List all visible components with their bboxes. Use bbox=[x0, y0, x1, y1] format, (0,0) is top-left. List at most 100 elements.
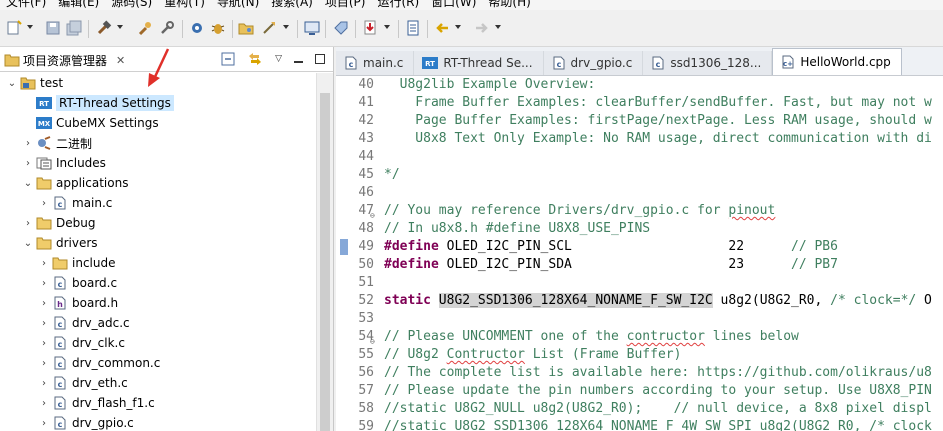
expand-right-icon[interactable]: › bbox=[22, 157, 34, 169]
line-number: 52 bbox=[336, 292, 380, 310]
expand-right-icon[interactable]: › bbox=[38, 197, 50, 209]
code-line: 47 ⊖ // You may reference Drivers/drv_gpio… bbox=[336, 202, 943, 220]
editor-tab[interactable]: c ssd1306_128... bbox=[643, 51, 773, 75]
new-dropdown-icon[interactable] bbox=[27, 25, 33, 29]
tag-icon[interactable] bbox=[333, 20, 349, 36]
tree-item[interactable]: › c drv_flash_f1.c bbox=[0, 393, 316, 413]
tree-item[interactable]: › h board.h bbox=[0, 293, 316, 313]
save-icon[interactable] bbox=[45, 20, 61, 36]
tree-item[interactable]: › c drv_gpio.c bbox=[0, 413, 316, 431]
tree-item[interactable]: ⌄ drivers bbox=[0, 233, 316, 253]
tree-item[interactable]: › c drv_adc.c bbox=[0, 313, 316, 333]
download-dropdown-icon[interactable] bbox=[384, 25, 390, 29]
terminal-icon[interactable] bbox=[304, 20, 320, 36]
expand-right-icon[interactable]: › bbox=[38, 357, 50, 369]
tree-item[interactable]: › c board.c bbox=[0, 273, 316, 293]
svg-text:MX: MX bbox=[38, 120, 51, 128]
expand-down-icon[interactable]: ⌄ bbox=[6, 77, 18, 89]
code-token: //static U8G2_NULL u8g2(U8G2_R0); // nul… bbox=[384, 401, 932, 416]
svg-text:c: c bbox=[58, 400, 63, 409]
document-icon[interactable] bbox=[405, 20, 421, 36]
minimize-icon[interactable] bbox=[294, 61, 303, 63]
download-icon[interactable] bbox=[362, 20, 378, 36]
code-line: 45 */ bbox=[336, 166, 943, 184]
run-dropdown-icon[interactable] bbox=[283, 25, 289, 29]
tree-item[interactable]: › c drv_common.c bbox=[0, 353, 316, 373]
maximize-icon[interactable] bbox=[315, 54, 325, 64]
code-line: 42 Page Buffer Examples: firstPage/nextP… bbox=[336, 112, 943, 130]
forward-dropdown-icon[interactable] bbox=[495, 25, 501, 29]
clean-icon[interactable] bbox=[137, 20, 153, 36]
menu-item-4[interactable]: 导航(N) bbox=[211, 0, 265, 10]
editor-tab[interactable]: RT RT-Thread Se... bbox=[414, 51, 544, 75]
expand-right-icon[interactable]: › bbox=[22, 217, 34, 229]
line-number: 55 bbox=[336, 346, 380, 364]
expand-right-icon[interactable]: › bbox=[38, 377, 50, 389]
tree-item[interactable]: › Debug bbox=[0, 213, 316, 233]
line-number-text: 40 bbox=[358, 77, 374, 92]
wrench-icon[interactable] bbox=[159, 20, 175, 36]
expand-right-icon[interactable]: › bbox=[38, 297, 50, 309]
menu-item-6[interactable]: 项目(P) bbox=[319, 0, 372, 10]
explorer-scrollbar[interactable] bbox=[316, 73, 333, 431]
new-icon[interactable] bbox=[6, 20, 22, 36]
code-line: 51 bbox=[336, 274, 943, 292]
menu-item-9[interactable]: 帮助(H) bbox=[482, 0, 536, 10]
tree-item[interactable]: ⌄ applications bbox=[0, 173, 316, 193]
menu-item-0[interactable]: 文件(F) bbox=[0, 0, 52, 10]
back-arrow-icon[interactable] bbox=[434, 20, 450, 36]
project-folder-icon bbox=[20, 76, 36, 90]
forward-arrow-icon[interactable] bbox=[474, 20, 490, 36]
expand-right-icon[interactable]: › bbox=[38, 397, 50, 409]
menu-item-2[interactable]: 源码(S) bbox=[105, 0, 158, 10]
tree-item[interactable]: › Includes bbox=[0, 153, 316, 173]
menu-item-3[interactable]: 重构(T) bbox=[158, 0, 211, 10]
build-hammer-icon[interactable] bbox=[96, 20, 112, 36]
view-menu-icon[interactable]: ▽ bbox=[275, 54, 282, 64]
expand-right-icon[interactable]: › bbox=[38, 257, 50, 269]
run-launch-icon[interactable] bbox=[261, 20, 277, 36]
tree-item-label: drv_adc.c bbox=[72, 316, 130, 330]
rt-thread-icon: RT bbox=[36, 96, 52, 110]
project-tree: ⌄ test RT RT-Thread Settings MX CubeMX Settin… bbox=[0, 73, 316, 431]
debug-bug-icon[interactable] bbox=[210, 20, 226, 36]
expand-right-icon[interactable]: › bbox=[22, 137, 34, 149]
tree-item[interactable]: › 二进制 bbox=[0, 133, 316, 153]
open-folder-icon[interactable] bbox=[238, 20, 254, 36]
tree-item[interactable]: › include bbox=[0, 253, 316, 273]
close-icon[interactable]: ✕ bbox=[116, 54, 125, 67]
tree-item[interactable]: › c main.c bbox=[0, 193, 316, 213]
editor-tab[interactable]: c+ HelloWorld.cpp bbox=[772, 48, 902, 75]
expand-down-icon[interactable]: ⌄ bbox=[22, 177, 34, 189]
collapse-all-icon[interactable] bbox=[221, 52, 235, 66]
editor-tab[interactable]: c main.c bbox=[336, 51, 415, 75]
menu-item-8[interactable]: 窗口(W) bbox=[425, 0, 482, 10]
tree-item[interactable]: › c drv_clk.c bbox=[0, 333, 316, 353]
back-dropdown-icon[interactable] bbox=[455, 25, 461, 29]
tree-item[interactable]: MX CubeMX Settings bbox=[0, 113, 316, 133]
menu-item-5[interactable]: 搜索(A) bbox=[265, 0, 319, 10]
project-explorer-icon bbox=[4, 54, 20, 67]
line-number-text: 50 bbox=[358, 257, 374, 272]
menu-item-7[interactable]: 运行(R) bbox=[371, 0, 425, 10]
code-token: static bbox=[384, 293, 431, 308]
expand-right-icon[interactable]: › bbox=[38, 317, 50, 329]
code-line: 43 U8x8 Text Only Example: No RAM usage,… bbox=[336, 130, 943, 148]
expand-right-icon[interactable]: › bbox=[38, 337, 50, 349]
expand-right-icon[interactable]: › bbox=[38, 277, 50, 289]
debug-config-icon[interactable] bbox=[189, 20, 205, 36]
code-area[interactable]: 40 U8g2lib Example Overview: 41 Frame Buf… bbox=[336, 76, 943, 431]
tree-item[interactable]: › c drv_eth.c bbox=[0, 373, 316, 393]
link-with-editor-icon[interactable] bbox=[247, 52, 263, 66]
c-file-icon: c bbox=[651, 56, 665, 70]
code-line: 46 bbox=[336, 184, 943, 202]
tree-item-label: RT-Thread Settings bbox=[56, 95, 174, 111]
editor-tab[interactable]: c drv_gpio.c bbox=[543, 51, 644, 75]
build-dropdown-icon[interactable] bbox=[117, 25, 123, 29]
c-file-icon: c bbox=[52, 376, 68, 390]
save-all-icon[interactable] bbox=[66, 20, 82, 36]
project-explorer-tab[interactable]: 项目资源管理器 ✕ bbox=[0, 49, 134, 71]
expand-down-icon[interactable]: ⌄ bbox=[22, 237, 34, 249]
expand-right-icon[interactable]: › bbox=[38, 417, 50, 429]
menu-item-1[interactable]: 编辑(E) bbox=[52, 0, 105, 10]
